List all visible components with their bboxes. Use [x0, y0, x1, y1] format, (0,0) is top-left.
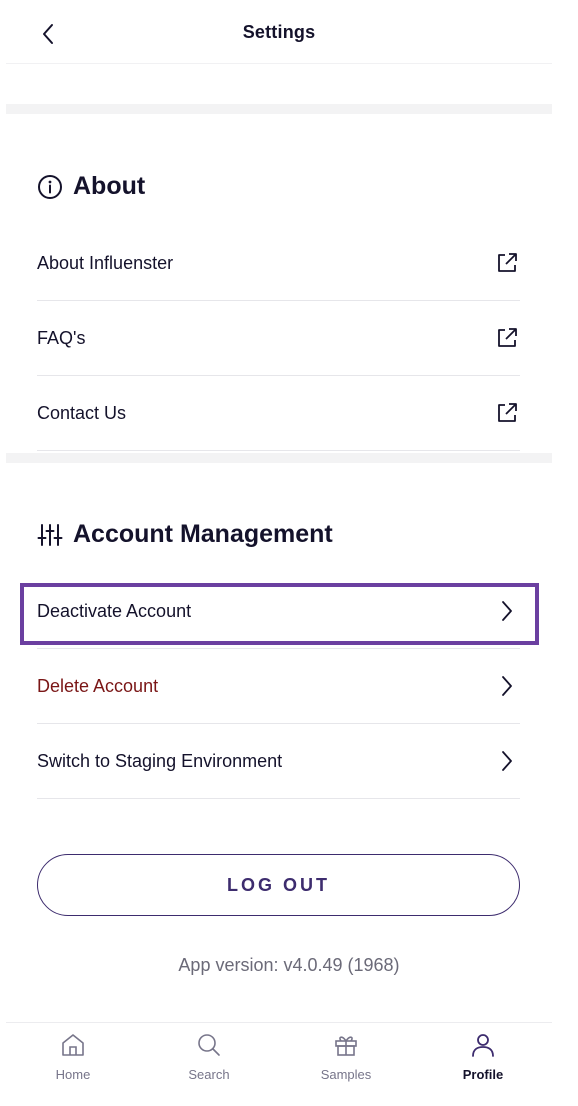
chevron-right-icon — [494, 673, 520, 699]
tab-samples-label: Samples — [320, 1067, 372, 1082]
external-link-icon — [494, 250, 520, 276]
switch-staging-row[interactable]: Switch to Staging Environment — [37, 724, 520, 799]
section-divider — [6, 104, 552, 114]
gift-icon — [332, 1031, 360, 1059]
tab-home-label: Home — [55, 1067, 91, 1082]
top-bar: Settings — [6, 0, 552, 64]
tab-home[interactable]: Home — [28, 1031, 118, 1082]
about-influenster-label: About Influenster — [37, 252, 174, 273]
tab-search[interactable]: Search — [164, 1031, 254, 1082]
about-influenster-row[interactable]: About Influenster — [37, 226, 520, 301]
switch-staging-label: Switch to Staging Environment — [37, 750, 283, 771]
about-section-title: About — [37, 172, 145, 201]
tab-search-label: Search — [188, 1067, 230, 1082]
logout-button[interactable]: LOG OUT — [37, 854, 520, 916]
faqs-label: FAQ's — [37, 327, 86, 348]
external-link-icon — [494, 400, 520, 426]
account-title-text: Account Management — [73, 520, 333, 548]
tab-profile[interactable]: Profile — [438, 1031, 528, 1082]
faqs-row[interactable]: FAQ's — [37, 301, 520, 376]
about-title-text: About — [73, 172, 146, 200]
app-version: App version: v4.0.49 (1968) — [178, 955, 400, 975]
deactivate-account-label: Deactivate Account — [37, 600, 192, 621]
chevron-right-icon — [494, 598, 520, 624]
section-divider — [6, 453, 552, 463]
chevron-right-icon — [494, 748, 520, 774]
delete-account-label: Delete Account — [37, 675, 159, 696]
tab-profile-label: Profile — [462, 1067, 504, 1082]
home-icon — [59, 1031, 87, 1059]
page-title: Settings — [242, 22, 316, 42]
account-section-title: Account Management — [37, 520, 333, 549]
contact-us-label: Contact Us — [37, 402, 127, 423]
deactivate-account-row[interactable]: Deactivate Account — [37, 574, 520, 649]
delete-account-row[interactable]: Delete Account — [37, 649, 520, 724]
user-icon — [469, 1031, 497, 1059]
sliders-icon — [37, 523, 63, 546]
search-icon — [195, 1031, 223, 1059]
tab-samples[interactable]: Samples — [301, 1031, 391, 1082]
info-icon — [38, 174, 62, 199]
bottom-tab-bar: Home Search Samples Profile — [6, 1022, 552, 1106]
contact-us-row[interactable]: Contact Us — [37, 376, 520, 451]
external-link-icon — [494, 325, 520, 351]
